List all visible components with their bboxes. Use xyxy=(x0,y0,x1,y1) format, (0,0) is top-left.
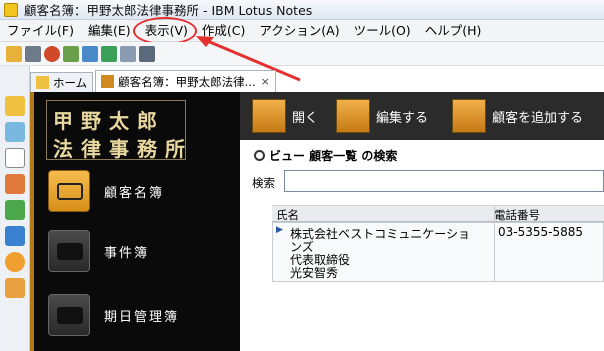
nav-deadline-book-label[interactable]: 期日管理簿 xyxy=(104,306,179,325)
nav-deadline-book-button[interactable] xyxy=(48,294,90,336)
edit-action-label: 編集する xyxy=(376,110,429,126)
add-customer-action-button[interactable]: 顧客を追加する xyxy=(452,98,583,134)
mail-icon[interactable] xyxy=(5,122,25,142)
toolbar xyxy=(0,42,604,66)
menu-edit[interactable]: 編集(E) xyxy=(81,20,138,42)
view-search-title-text: ビュー 顧客一覧 の検索 xyxy=(269,149,398,163)
search-label: 検索 xyxy=(252,176,275,190)
add-customer-action-label: 顧客を追加する xyxy=(492,110,584,126)
print-icon[interactable] xyxy=(25,45,41,62)
row-name-line-4: 光安智秀 xyxy=(290,266,339,280)
menu-bar: ファイル(F) 編集(E) 表示(V) 作成(C) アクション(A) ツール(O… xyxy=(0,20,604,42)
menu-tools[interactable]: ツール(O) xyxy=(347,20,418,42)
action-bar: 開く 編集する 顧客を追加する xyxy=(240,92,604,140)
window-title: 顧客名簿：甲野太郎法律事務所 - IBM Lotus Notes xyxy=(24,3,313,18)
open-folder-icon[interactable] xyxy=(6,45,22,62)
column-header-phone[interactable]: 電話番号 xyxy=(494,207,540,223)
list-icon[interactable] xyxy=(120,45,136,62)
logo-line-2: 法律事務所 xyxy=(53,137,193,161)
edit-action-button[interactable]: 編集する xyxy=(336,98,428,134)
left-rail xyxy=(0,66,30,351)
row-phone: 03-5355-5885 xyxy=(498,225,584,239)
add-icon[interactable] xyxy=(101,45,117,62)
title-bar: 顧客名簿：甲野太郎法律事務所 - IBM Lotus Notes xyxy=(0,0,604,20)
column-divider xyxy=(494,205,495,282)
home-icon[interactable] xyxy=(5,96,25,116)
main-content: 開く 編集する 顧客を追加する ビュー 顧客一覧 の検索 検索 氏名 電話番号 … xyxy=(240,92,604,351)
calendar-icon[interactable] xyxy=(5,148,25,168)
navigation-panel: 甲野太郎 法律事務所 顧客名簿 事件簿 期日管理簿 xyxy=(30,92,240,351)
bookmark-icon[interactable] xyxy=(5,278,25,298)
menu-create[interactable]: 作成(C) xyxy=(195,20,252,42)
book-icon xyxy=(57,243,83,260)
nav-case-book-label[interactable]: 事件簿 xyxy=(104,242,149,261)
book-icon xyxy=(57,183,83,200)
tab-home-label: ホーム xyxy=(53,75,88,90)
menu-help[interactable]: ヘルプ(H) xyxy=(418,20,489,42)
menu-actions[interactable]: アクション(A) xyxy=(252,20,346,42)
open-action-label: 開く xyxy=(292,110,319,126)
calendar-icon[interactable] xyxy=(139,45,155,62)
nav-case-book-button[interactable] xyxy=(48,230,90,272)
database-icon xyxy=(101,75,115,88)
row-expand-icon[interactable]: ▶ xyxy=(276,225,283,235)
open-book-icon xyxy=(252,99,286,133)
firm-logo: 甲野太郎 法律事務所 xyxy=(46,100,186,161)
tab-home[interactable]: ホーム xyxy=(30,72,94,92)
edit-icon xyxy=(336,99,370,133)
row-name-line-1: 株式会社ベストコミュニケーショ xyxy=(290,227,471,241)
todo-icon[interactable] xyxy=(5,200,25,220)
back-icon[interactable] xyxy=(82,45,98,62)
home-icon xyxy=(36,76,49,89)
add-customer-icon xyxy=(452,99,486,133)
close-icon[interactable]: × xyxy=(261,75,270,88)
search-icon xyxy=(254,150,265,161)
open-action-button[interactable]: 開く xyxy=(252,98,318,134)
menu-view[interactable]: 表示(V) xyxy=(138,20,195,42)
tab-row: ホーム 顧客名簿：甲野太郎法律... × xyxy=(30,70,278,92)
stop-icon[interactable] xyxy=(44,45,60,62)
nav-customer-list-button[interactable] xyxy=(48,170,90,212)
tab-customer-list-label: 顧客名簿：甲野太郎法律... xyxy=(118,74,256,89)
replication-icon[interactable] xyxy=(5,226,25,246)
sametime-icon[interactable] xyxy=(5,252,25,272)
forward-icon[interactable] xyxy=(63,45,79,62)
tab-customer-list[interactable]: 顧客名簿：甲野太郎法律... × xyxy=(95,70,276,92)
search-input[interactable] xyxy=(284,170,604,192)
nav-customer-list-label[interactable]: 顧客名簿 xyxy=(104,182,164,201)
book-icon xyxy=(57,307,83,324)
contacts-icon[interactable] xyxy=(5,174,25,194)
lotus-notes-app-icon xyxy=(4,2,18,17)
column-header-name[interactable]: 氏名 xyxy=(276,207,299,223)
menu-file[interactable]: ファイル(F) xyxy=(0,20,81,42)
logo-line-1: 甲野太郎 xyxy=(53,109,165,133)
view-search-title: ビュー 顧客一覧 の検索 xyxy=(254,147,397,164)
table-header: 氏名 電話番号 xyxy=(272,205,604,222)
